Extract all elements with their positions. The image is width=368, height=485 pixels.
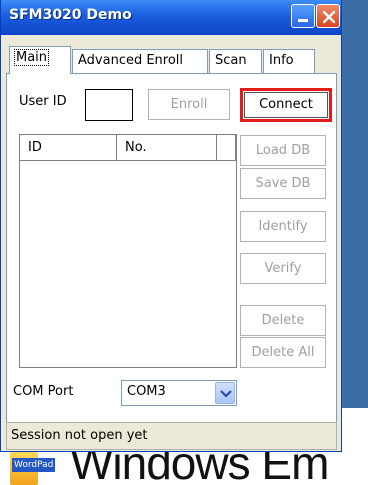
load-db-button[interactable]: Load DB (240, 135, 326, 166)
column-header-id[interactable]: ID (20, 135, 117, 161)
com-port-select[interactable]: COM3 (121, 380, 237, 406)
user-id-input[interactable] (85, 89, 133, 121)
com-port-label: COM Port (13, 384, 74, 399)
tab-scan-label: Scan (215, 53, 247, 68)
status-bar: Session not open yet (6, 422, 337, 450)
tab-main-label: Main (13, 49, 50, 66)
title-bar[interactable]: SFM3020 Demo (1, 0, 341, 35)
close-button[interactable] (316, 4, 340, 28)
tab-info-label: Info (269, 53, 294, 68)
close-icon (322, 10, 336, 24)
tab-advanced-enroll-label: Advanced Enroll (78, 53, 184, 68)
app-window: SFM3020 Demo Main Advanced Enroll Scan I… (0, 0, 342, 452)
user-list-header: ID No. (20, 135, 236, 161)
minimize-icon (298, 19, 308, 22)
tab-main[interactable]: Main (9, 46, 71, 74)
status-text: Session not open yet (11, 428, 148, 443)
chevron-down-icon (220, 390, 232, 398)
tab-info[interactable]: Info (263, 49, 315, 73)
delete-all-button[interactable]: Delete All (240, 337, 326, 368)
window-title: SFM3020 Demo (9, 7, 132, 23)
connect-button-focus-border (244, 92, 328, 118)
enroll-button[interactable]: Enroll (148, 89, 230, 120)
column-header-no[interactable]: No. (117, 135, 217, 161)
column-header-filler (217, 135, 236, 161)
tab-scan[interactable]: Scan (209, 49, 262, 73)
minimize-button[interactable] (291, 4, 315, 28)
identify-button[interactable]: Identify (240, 211, 326, 242)
com-port-value: COM3 (127, 384, 166, 399)
user-id-label: User ID (19, 94, 67, 109)
desktop-background-right (342, 0, 368, 408)
connect-button[interactable]: Connect (240, 88, 332, 122)
verify-button[interactable]: Verify (240, 253, 326, 284)
save-db-button[interactable]: Save DB (240, 168, 326, 199)
dropdown-button[interactable] (215, 382, 235, 404)
wordpad-label[interactable]: WordPad (12, 458, 56, 472)
tab-advanced-enroll[interactable]: Advanced Enroll (72, 49, 208, 73)
delete-button[interactable]: Delete (240, 305, 326, 336)
user-list[interactable]: ID No. (19, 134, 237, 368)
